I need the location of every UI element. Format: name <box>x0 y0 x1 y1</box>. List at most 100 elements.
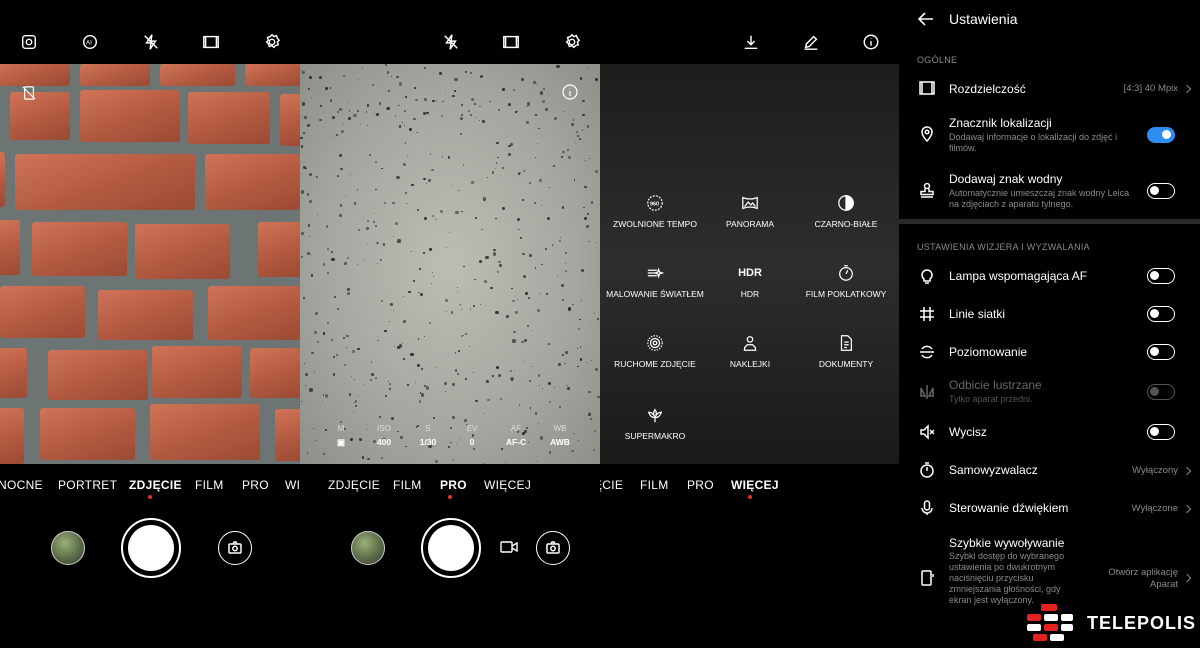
info-icon[interactable] <box>562 84 578 100</box>
active-mode-indicator <box>148 495 152 499</box>
aspect-ratio-icon[interactable] <box>497 28 525 56</box>
mode-item-active[interactable]: WIĘCEJ <box>731 478 779 492</box>
mode-item[interactable]: NOCNE <box>0 478 43 492</box>
mode-panorama[interactable]: PANORAMA <box>700 192 800 230</box>
mode-item-active[interactable]: ZDJĘCIE <box>129 478 182 492</box>
resolution-icon <box>919 80 937 98</box>
mode-supermacro[interactable]: SUPERMAKRO <box>605 404 705 442</box>
setting-description: Automatycznie umieszczaj znak wodny Leic… <box>949 188 1130 209</box>
param-iso[interactable]: ISO 400 <box>364 424 404 447</box>
mode-item[interactable]: ZDJĘCIE <box>328 478 380 492</box>
setting-title: Wycisz <box>949 425 987 439</box>
setting-value: Wyłączony <box>1132 465 1178 476</box>
toggle-switch <box>1147 384 1175 400</box>
setting-description: Dodawaj informacje o lokalizacji do zdję… <box>949 132 1118 153</box>
edit-icon[interactable] <box>797 28 825 56</box>
gallery-thumbnail[interactable] <box>51 531 85 565</box>
camera-focus-icon[interactable] <box>15 28 43 56</box>
top-toolbar: AI <box>0 28 300 64</box>
flash-off-icon[interactable] <box>137 28 165 56</box>
toggle-switch[interactable] <box>1147 344 1175 360</box>
setting-resolution[interactable]: Rozdzielczość [4:3] 40 Mpix <box>899 76 1200 102</box>
mode-item[interactable]: FILM <box>640 478 669 492</box>
section-header: OGÓLNE <box>917 55 958 65</box>
timelapse-icon <box>796 262 896 284</box>
setting-mirror: Odbicie lustrzane Tylko aparat przedni. <box>899 376 1200 408</box>
aspect-ratio-icon[interactable] <box>197 28 225 56</box>
setting-voice-control[interactable]: Sterowanie dźwiękiem Wyłączone <box>899 496 1200 522</box>
shutter-button[interactable] <box>421 518 481 578</box>
mode-slowmo[interactable]: 960 ZWOLNIONE TEMPO <box>605 192 705 230</box>
setting-description: Tylko aparat przedni. <box>949 394 1033 404</box>
mode-item[interactable]: PORTRET <box>58 478 117 492</box>
light-paint-icon <box>605 262 705 284</box>
mode-stickers[interactable]: NAKLEJKI <box>700 332 800 370</box>
info-icon[interactable] <box>857 28 885 56</box>
setting-description: Szybki dostęp do wybranego ustawienia po… <box>949 551 1065 605</box>
mode-item[interactable]: PRO <box>242 478 269 492</box>
mode-timelapse[interactable]: FILM POKLATKOWY <box>796 262 896 300</box>
setting-title: Rozdzielczość <box>949 82 1026 96</box>
mode-item[interactable]: WII <box>285 478 300 492</box>
shutter-button[interactable] <box>121 518 181 578</box>
viewfinder-concrete[interactable]: M ▣ ISO 400 S 1/30 EV 0 AF AF-C WB AWB <box>300 64 600 464</box>
switch-camera-icon[interactable] <box>218 531 252 565</box>
setting-timer[interactable]: Samowyzwalacz Wyłączony <box>899 458 1200 484</box>
mode-item[interactable]: ĘCIE <box>600 478 623 492</box>
mode-light-painting[interactable]: MALOWANIE ŚWIATŁEM <box>605 262 705 300</box>
switch-camera-icon[interactable] <box>536 531 570 565</box>
setting-value: Otwórz aplikację Aparat <box>1108 567 1178 590</box>
supermacro-icon <box>605 404 705 426</box>
setting-leveling[interactable]: Poziomowanie <box>899 340 1200 366</box>
param-af[interactable]: AF AF-C <box>496 424 536 447</box>
watermark-text: TELEPOLIS <box>1087 613 1197 633</box>
mode-item[interactable]: WIĘCEJ <box>484 478 531 492</box>
video-icon[interactable] <box>500 539 518 555</box>
toggle-switch[interactable] <box>1147 306 1175 322</box>
param-shutter-speed[interactable]: S 1/30 <box>408 424 448 447</box>
settings-icon[interactable] <box>258 28 286 56</box>
mode-moving-picture[interactable]: RUCHOME ZDJĘCIE <box>605 332 705 370</box>
setting-title: Linie siatki <box>949 307 1006 321</box>
top-toolbar <box>300 28 600 64</box>
viewfinder-dark[interactable]: 960 ZWOLNIONE TEMPO PANORAMA CZARNO-BIAŁE… <box>600 64 900 464</box>
mode-item[interactable]: FILM <box>195 478 224 492</box>
mode-item-active[interactable]: PRO <box>440 478 467 492</box>
chevron-right-icon <box>1182 466 1192 476</box>
active-mode-indicator <box>448 495 452 499</box>
param-ev[interactable]: EV 0 <box>452 424 492 447</box>
flash-off-icon[interactable] <box>437 28 465 56</box>
param-wb[interactable]: WB AWB <box>540 424 580 447</box>
ai-icon[interactable]: AI <box>76 28 104 56</box>
mode-hdr[interactable]: HDR HDR <box>700 262 800 300</box>
setting-watermark[interactable]: Dodawaj znak wodny Automatycznie umieszc… <box>899 168 1200 214</box>
setting-grid-lines[interactable]: Linie siatki <box>899 302 1200 328</box>
mode-documents[interactable]: DOKUMENTY <box>796 332 896 370</box>
setting-title: Poziomowanie <box>949 345 1028 359</box>
level-icon <box>919 344 937 362</box>
mode-bw[interactable]: CZARNO-BIAŁE <box>796 192 896 230</box>
viewfinder-bricks[interactable] <box>0 64 300 464</box>
toggle-switch[interactable] <box>1147 268 1175 284</box>
toggle-switch[interactable] <box>1147 127 1175 143</box>
timer-icon <box>919 462 937 480</box>
gallery-thumbnail[interactable] <box>351 531 385 565</box>
mode-item[interactable]: FILM <box>393 478 422 492</box>
settings-icon[interactable] <box>558 28 586 56</box>
setting-location-tag[interactable]: Znacznik lokalizacji Dodawaj informacje … <box>899 112 1200 158</box>
setting-title: Szybkie wywoływanie <box>949 536 1065 550</box>
location-pin-icon <box>919 126 937 144</box>
camera-pro-panel: M ▣ ISO 400 S 1/30 EV 0 AF AF-C WB AWB ZDJĘCIE… <box>300 0 600 648</box>
toggle-switch[interactable] <box>1147 183 1175 199</box>
back-arrow-icon[interactable] <box>917 10 935 28</box>
param-metering[interactable]: M ▣ <box>321 424 361 448</box>
chevron-right-icon <box>1182 573 1192 583</box>
mode-item[interactable]: PRO <box>687 478 714 492</box>
toggle-switch[interactable] <box>1147 424 1175 440</box>
settings-panel: Ustawienia OGÓLNE Rozdzielczość [4:3] 40… <box>899 0 1200 648</box>
section-divider <box>899 219 1200 224</box>
download-icon[interactable] <box>737 28 765 56</box>
setting-af-assist-light[interactable]: Lampa wspomagająca AF <box>899 264 1200 290</box>
camera-more-panel: 960 ZWOLNIONE TEMPO PANORAMA CZARNO-BIAŁE… <box>600 0 900 648</box>
setting-mute[interactable]: Wycisz <box>899 420 1200 446</box>
